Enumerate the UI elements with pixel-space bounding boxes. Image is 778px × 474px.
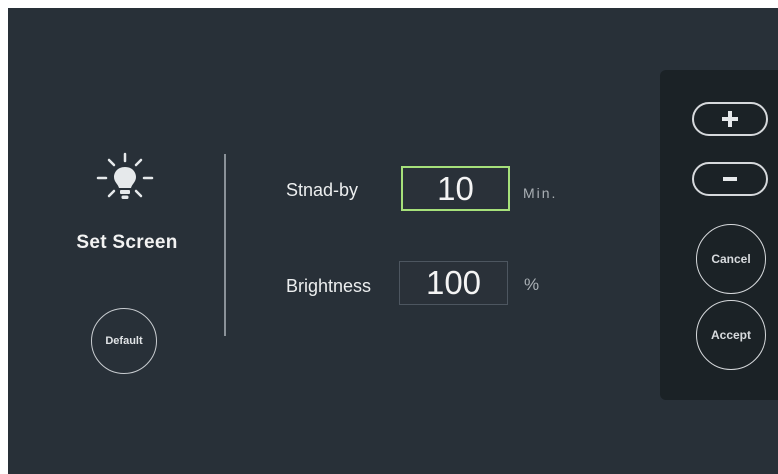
increase-button[interactable] bbox=[692, 102, 768, 136]
accept-button-label: Accept bbox=[710, 328, 751, 342]
brightness-input[interactable]: 100 bbox=[399, 261, 508, 305]
accept-button[interactable]: Accept bbox=[696, 300, 766, 370]
cancel-button[interactable]: Cancel bbox=[696, 224, 766, 294]
minus-icon bbox=[723, 177, 737, 181]
control-panel: Cancel Accept bbox=[660, 70, 778, 400]
standby-input[interactable]: 10 bbox=[401, 166, 510, 211]
plus-icon bbox=[722, 111, 738, 127]
default-button-label: Default bbox=[105, 335, 143, 347]
standby-value: 10 bbox=[437, 169, 474, 207]
standby-label: Stnad-by bbox=[286, 180, 359, 200]
brightness-unit: % bbox=[524, 275, 542, 294]
default-button[interactable]: Default bbox=[91, 308, 157, 374]
brightness-label: Brightness bbox=[286, 276, 372, 296]
brightness-value: 100 bbox=[425, 264, 482, 301]
lightbulb-icon bbox=[96, 152, 154, 199]
vertical-divider bbox=[224, 154, 226, 336]
standby-unit: Min. bbox=[523, 185, 558, 201]
decrease-button[interactable] bbox=[692, 162, 768, 196]
cancel-button-label: Cancel bbox=[711, 252, 751, 266]
page-title: Set Screen bbox=[76, 232, 178, 253]
